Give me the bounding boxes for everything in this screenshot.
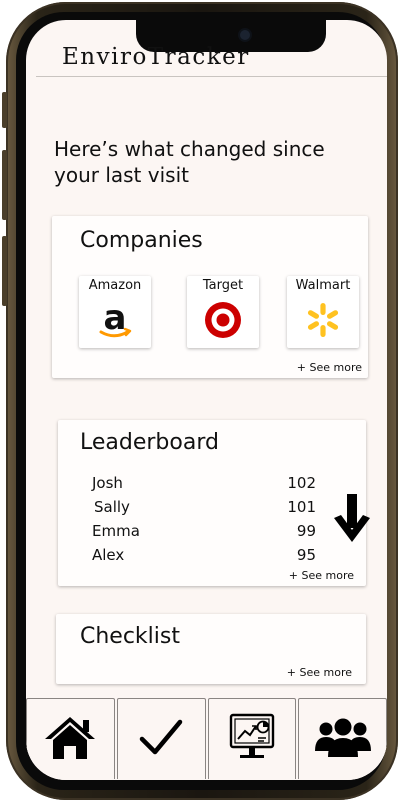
leaderboard-row: Alex 95: [92, 546, 316, 570]
leaderboard-name: Emma: [92, 522, 140, 540]
company-name: Walmart: [295, 278, 351, 293]
leaderboard-score: 102: [287, 474, 316, 492]
changes-headline: Here’s what changed since your last visi…: [54, 137, 325, 187]
companies-card[interactable]: Companies Amazon a Target Walmart + See …: [52, 216, 368, 378]
leaderboard-card[interactable]: Leaderboard Josh 102 Sally 101 Emma 99 A…: [58, 420, 370, 586]
target-logo-icon: [187, 296, 259, 344]
tab-home[interactable]: [26, 698, 115, 779]
company-name: Amazon: [88, 278, 142, 293]
leaderboard-row: Josh 102: [92, 474, 316, 498]
home-icon: [42, 713, 98, 765]
app-title: EnviroTracker: [62, 44, 250, 70]
leaderboard-name: Alex: [92, 546, 125, 564]
header-divider: [36, 76, 387, 77]
companies-see-more-link[interactable]: + See more: [297, 361, 362, 374]
phone-side-button: [2, 236, 7, 306]
walmart-logo-icon: [287, 296, 359, 344]
checklist-title: Checklist: [80, 624, 180, 649]
bottom-tab-bar: [26, 698, 387, 780]
leaderboard-score: 101: [287, 498, 316, 516]
leaderboard-title: Leaderboard: [80, 430, 219, 455]
checklist-see-more-link[interactable]: + See more: [287, 666, 352, 679]
phone-side-button: [2, 150, 7, 220]
leaderboard-list: Josh 102 Sally 101 Emma 99 Alex 95: [92, 474, 316, 574]
phone-side-button: [2, 92, 7, 128]
leaderboard-name: Sally: [94, 498, 130, 516]
company-tile-amazon[interactable]: Amazon a: [79, 276, 151, 348]
amazon-logo-icon: a: [79, 296, 151, 344]
leaderboard-row: Emma 99: [92, 522, 316, 546]
leaderboard-row: Sally 101: [92, 498, 316, 522]
companies-title: Companies: [80, 228, 203, 253]
checklist-card[interactable]: Checklist + See more: [56, 614, 366, 684]
app-screen: EnviroTracker Here’s what changed since …: [26, 20, 387, 780]
arrow-down-icon: [332, 494, 372, 550]
company-tile-walmart[interactable]: Walmart: [287, 276, 359, 348]
community-group-icon: [314, 715, 372, 763]
leaderboard-name: Josh: [92, 474, 123, 492]
leaderboard-see-more-link[interactable]: + See more: [289, 569, 354, 582]
tab-community[interactable]: [298, 698, 387, 779]
tab-checklist[interactable]: [116, 698, 206, 779]
camera-icon: [240, 30, 250, 40]
analytics-dashboard-icon: [228, 712, 276, 766]
company-tile-target[interactable]: Target: [187, 276, 259, 348]
leaderboard-score: 95: [296, 546, 316, 564]
checkmark-icon: [138, 717, 184, 761]
svg-text:a: a: [104, 298, 127, 338]
leaderboard-score: 99: [296, 522, 316, 540]
company-name: Target: [202, 278, 244, 293]
tab-analytics[interactable]: [207, 698, 297, 779]
